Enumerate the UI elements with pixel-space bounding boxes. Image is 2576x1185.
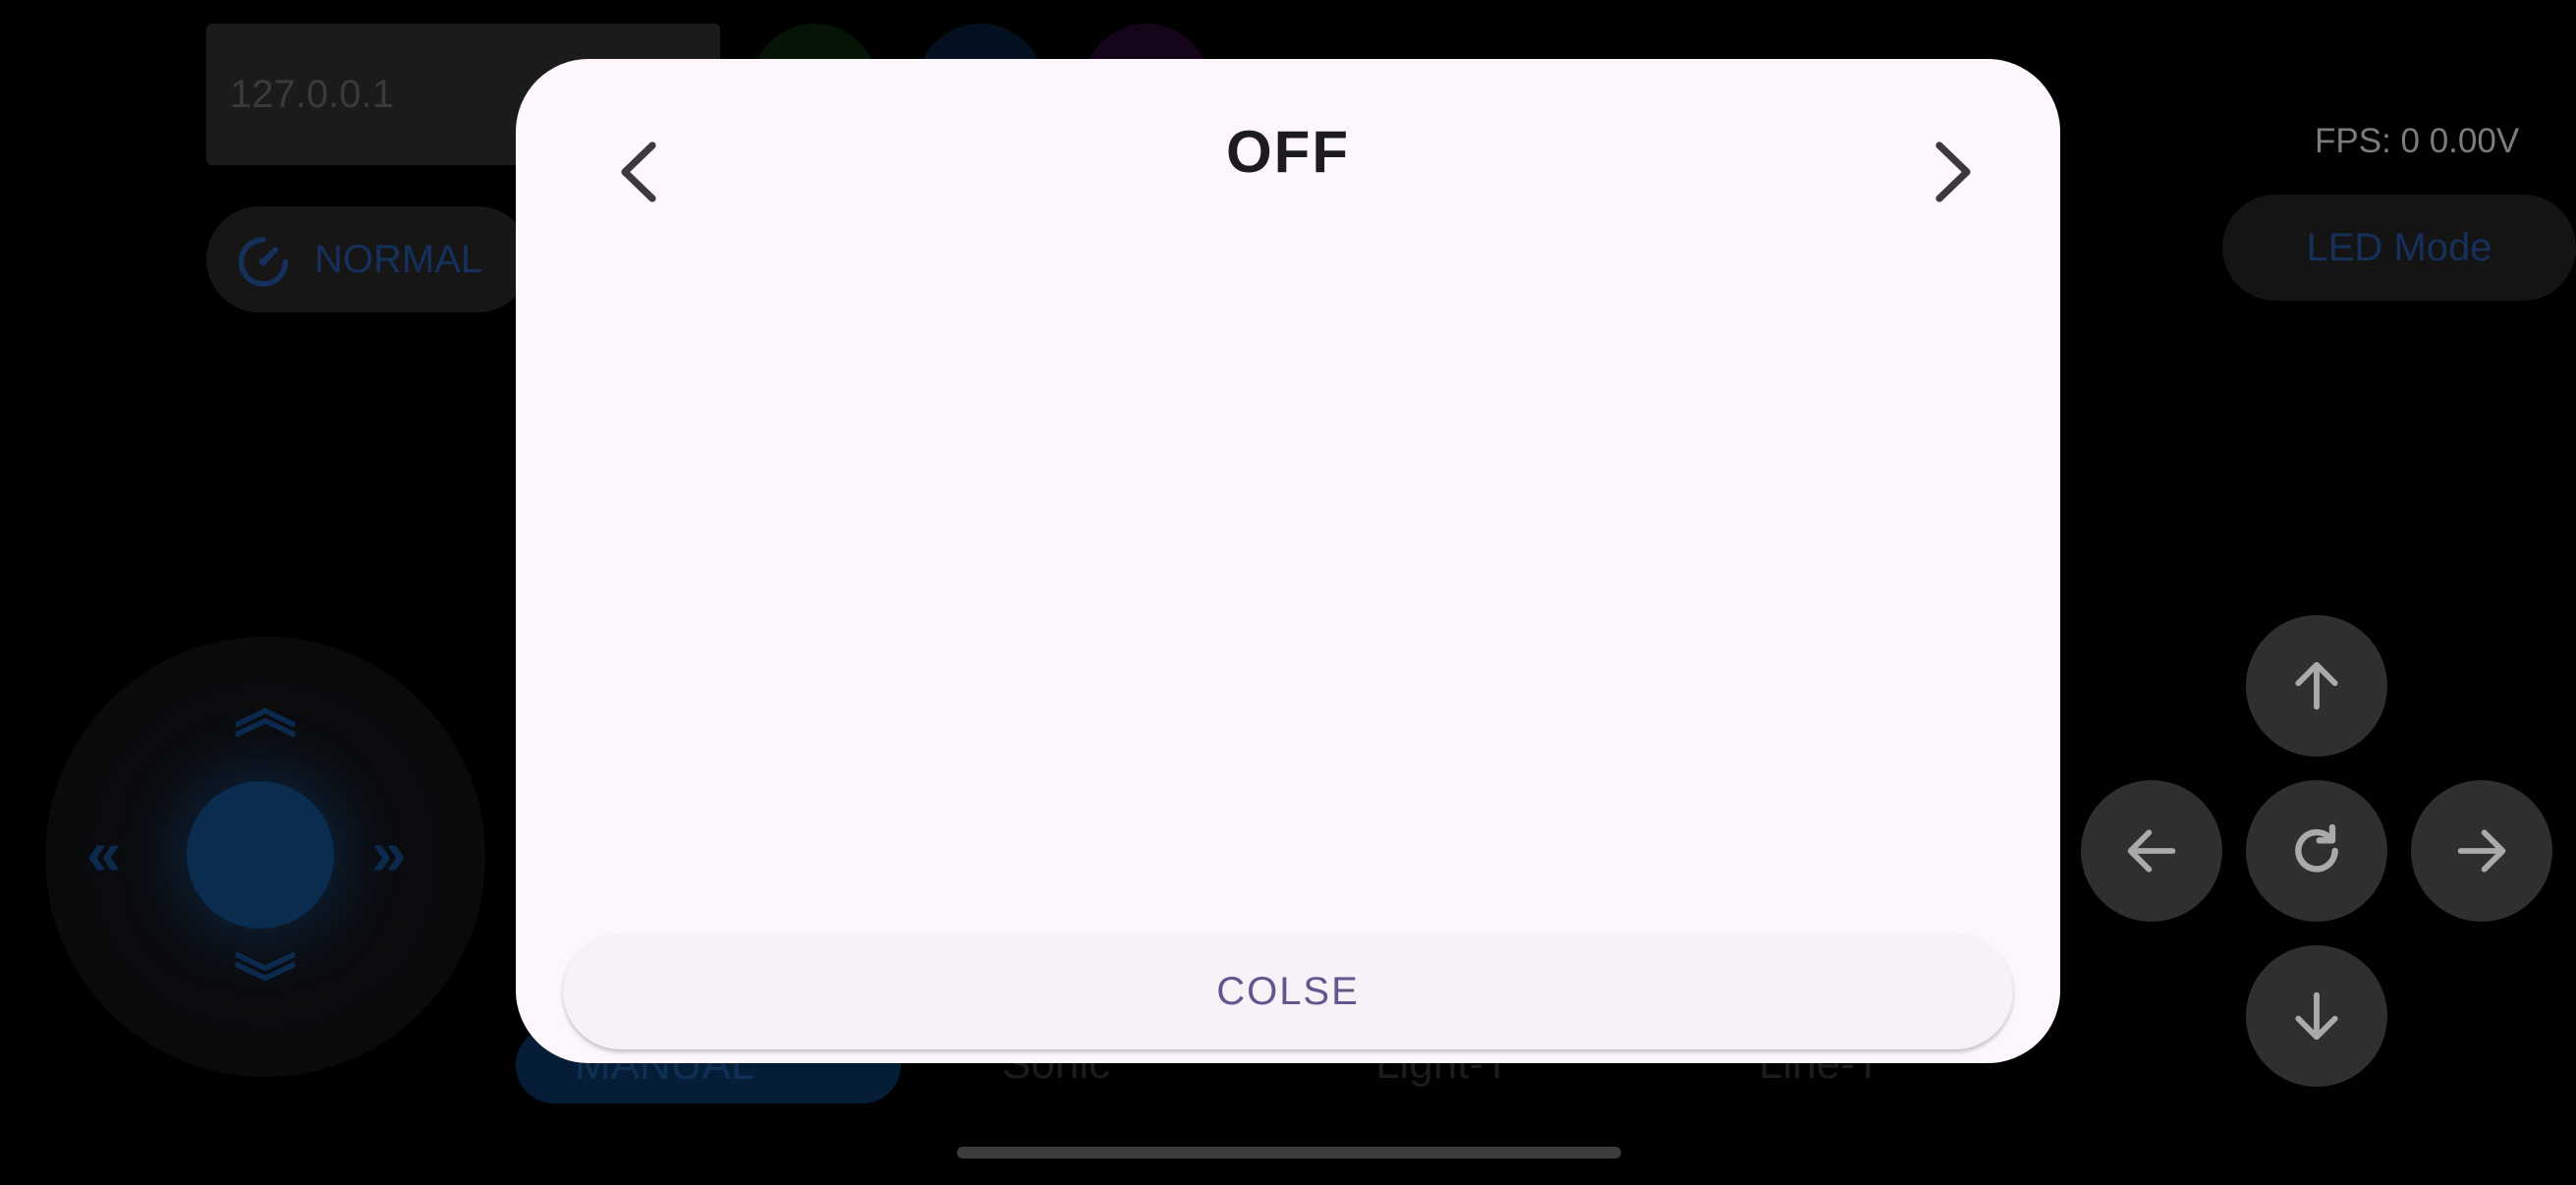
move-down-button[interactable] [2246,945,2387,1087]
arrow-right-icon [2457,829,2506,873]
arrow-down-icon [2295,991,2338,1041]
joystick-right-icon: » [371,818,407,888]
next-mode-button[interactable] [1899,118,2007,226]
move-left-button[interactable] [2081,780,2222,922]
home-indicator[interactable] [957,1147,1621,1158]
speed-mode-button[interactable]: NORMAL [206,206,531,312]
fps-voltage-readout: FPS: 0 0.00V [2315,122,2520,160]
rotate-button[interactable] [2246,780,2387,922]
dialog-title: OFF [1226,119,1350,185]
joystick-up-icon: ︽ [234,674,297,745]
joystick-left-icon: « [86,818,122,888]
close-button[interactable]: COLSE [563,933,2013,1049]
chevron-left-icon [621,141,656,202]
move-up-button[interactable] [2246,615,2387,757]
joystick-down-icon: ︾ [234,949,297,1020]
arrow-up-icon [2295,661,2338,710]
speedometer-icon [238,237,289,287]
led-mode-dialog: OFF COLSE [516,59,2060,1063]
refresh-icon [2295,823,2338,873]
arrow-left-icon [2127,829,2176,873]
move-right-button[interactable] [2411,780,2552,922]
chevron-right-icon [1935,141,1971,202]
speed-mode-label: NORMAL [314,237,483,281]
previous-mode-button[interactable] [585,118,693,226]
joystick-knob[interactable] [187,781,334,929]
led-mode-button[interactable]: LED Mode [2222,195,2576,301]
